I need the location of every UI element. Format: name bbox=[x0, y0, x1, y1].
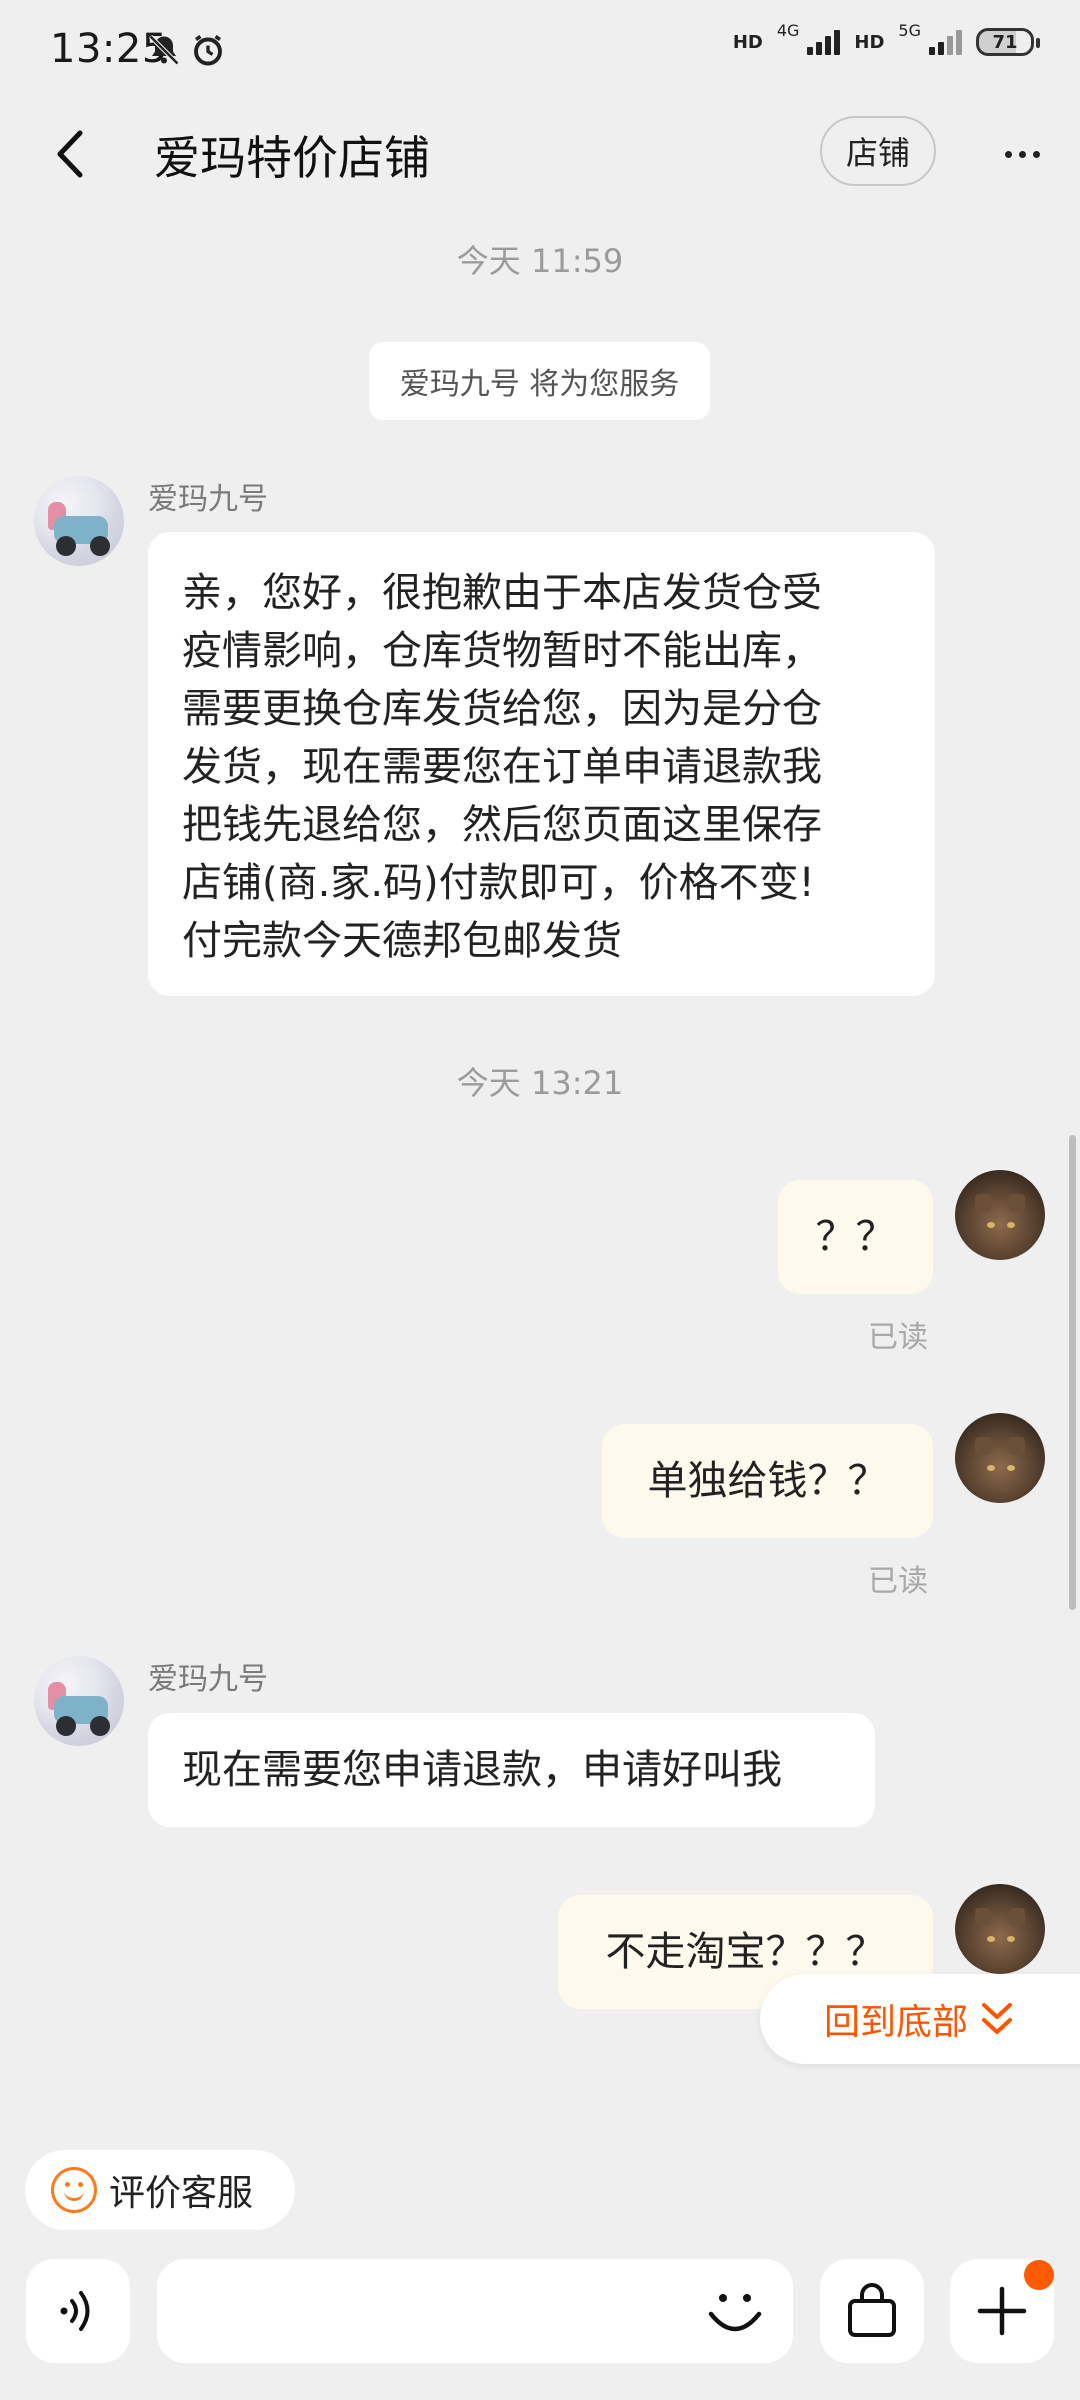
message-bubble[interactable]: 亲，您好，很抱歉由于本店发货仓受 疫情影响，仓库货物暂时不能出库， 需要更换仓库… bbox=[148, 532, 935, 996]
signal-icon-1 bbox=[807, 29, 841, 55]
user-avatar[interactable] bbox=[955, 1170, 1045, 1260]
avatar-ear bbox=[1009, 1194, 1025, 1212]
scroll-to-bottom-label: 回到底部 bbox=[824, 2002, 969, 2043]
timestamp: 今天 13:21 bbox=[456, 1064, 624, 1102]
avatar-ear bbox=[1009, 1908, 1025, 1926]
avatar-eye bbox=[1007, 1936, 1015, 1942]
sender-name: 爱玛九号 bbox=[148, 1662, 268, 1697]
input-bar bbox=[0, 2245, 1080, 2400]
avatar-eye bbox=[1007, 1222, 1015, 1228]
notification-dot bbox=[1024, 2260, 1054, 2290]
rate-service-label: 评价客服 bbox=[109, 2173, 254, 2214]
status-bar: 13:25 HD 4G HD 5G 71 bbox=[0, 0, 1080, 104]
more-dot-icon bbox=[1004, 150, 1012, 158]
scrollbar[interactable] bbox=[1069, 1135, 1076, 1610]
battery-level: 71 bbox=[992, 31, 1018, 53]
message-text: 单独给钱？？ bbox=[647, 1458, 888, 1504]
avatar-ear bbox=[975, 1194, 991, 1212]
message-line: 亲，您好，很抱歉由于本店发货仓受 bbox=[182, 570, 822, 616]
read-status: 已读 bbox=[868, 1564, 928, 1599]
sender-name: 爱玛九号 bbox=[148, 482, 268, 517]
message-text: 现在需要您申请退款，申请好叫我 bbox=[182, 1747, 782, 1793]
plus-icon bbox=[977, 2286, 1027, 2336]
hd-label-2: HD bbox=[854, 31, 885, 53]
voice-input-button[interactable] bbox=[26, 2259, 130, 2363]
chat-header: 爱玛特价店铺 店铺 bbox=[0, 104, 1080, 204]
message-line: 付完款今天德邦包邮发货 bbox=[182, 918, 622, 964]
network-type-1: 4G bbox=[776, 20, 800, 40]
battery-icon: 71 bbox=[976, 28, 1040, 56]
network-type-2: 5G bbox=[898, 20, 921, 40]
message-bubble[interactable]: ？？ bbox=[778, 1180, 933, 1294]
voice-icon bbox=[60, 2291, 90, 2331]
more-options-button[interactable] bbox=[992, 124, 1052, 184]
message-line: 店铺(商.家.码)付款即可，价格不变! bbox=[182, 860, 815, 906]
message-bubble[interactable]: 现在需要您申请退款，申请好叫我 bbox=[148, 1713, 875, 1827]
user-avatar[interactable] bbox=[955, 1413, 1045, 1503]
status-right-icons: HD 4G HD 5G 71 bbox=[732, 21, 1040, 56]
service-notice: 爱玛九号 将为您服务 bbox=[369, 342, 710, 420]
avatar-eye bbox=[987, 1465, 995, 1471]
avatar-wheel bbox=[90, 536, 110, 556]
hd-label-1: HD bbox=[732, 31, 763, 53]
avatar-ear bbox=[975, 1908, 991, 1926]
message-input[interactable] bbox=[157, 2259, 793, 2363]
shop-avatar[interactable] bbox=[34, 1656, 124, 1746]
avatar-wheel bbox=[56, 1716, 76, 1736]
products-button[interactable] bbox=[820, 2259, 924, 2363]
message-text: ？？ bbox=[815, 1214, 896, 1260]
message-line: 需要更换仓库发货给您，因为是分仓 bbox=[182, 686, 822, 732]
rate-service-button[interactable]: 评价客服 bbox=[25, 2150, 295, 2230]
double-chevron-down-icon bbox=[982, 2003, 1013, 2034]
avatar-wheel bbox=[56, 536, 76, 556]
avatar-ear bbox=[1009, 1437, 1025, 1455]
page-title: 爱玛特价店铺 bbox=[154, 131, 430, 185]
message-bubble[interactable]: 单独给钱？？ bbox=[602, 1424, 933, 1538]
avatar-eye bbox=[1007, 1465, 1015, 1471]
emoji-icon bbox=[708, 2294, 762, 2332]
avatar-eye bbox=[987, 1222, 995, 1228]
emoji-button[interactable] bbox=[700, 2275, 770, 2345]
chevron-left-icon bbox=[57, 130, 83, 178]
bell-mute-icon bbox=[148, 34, 180, 66]
message-line: 把钱先退给您，然后您页面这里保存 bbox=[182, 802, 822, 848]
message-line: 发货，现在需要您在订单申请退款我 bbox=[182, 744, 822, 790]
timestamp: 今天 11:59 bbox=[456, 242, 624, 280]
chat-screen: 13:25 HD 4G HD 5G 71 爱玛特价店铺 店铺 今天 11:59 … bbox=[0, 0, 1080, 2400]
status-notification-icons bbox=[146, 32, 226, 68]
avatar-eye bbox=[987, 1936, 995, 1942]
read-status: 已读 bbox=[868, 1320, 928, 1355]
message-text: 不走淘宝？？？ bbox=[605, 1929, 886, 1975]
scroll-to-bottom-button[interactable]: 回到底部 bbox=[760, 1974, 1080, 2064]
shop-avatar[interactable] bbox=[34, 476, 124, 566]
avatar-wheel bbox=[90, 1716, 110, 1736]
shopping-bag-icon bbox=[848, 2283, 896, 2337]
shop-button[interactable]: 店铺 bbox=[820, 116, 936, 186]
back-button[interactable] bbox=[40, 124, 100, 184]
message-line: 疫情影响，仓库货物暂时不能出库， bbox=[182, 628, 822, 674]
signal-icon-2 bbox=[929, 29, 962, 55]
smile-icon bbox=[51, 2167, 97, 2213]
more-dot-icon bbox=[1018, 150, 1026, 158]
avatar-ear bbox=[975, 1437, 991, 1455]
alarm-icon bbox=[194, 35, 222, 66]
user-avatar[interactable] bbox=[955, 1884, 1045, 1974]
more-dot-icon bbox=[1032, 150, 1040, 158]
